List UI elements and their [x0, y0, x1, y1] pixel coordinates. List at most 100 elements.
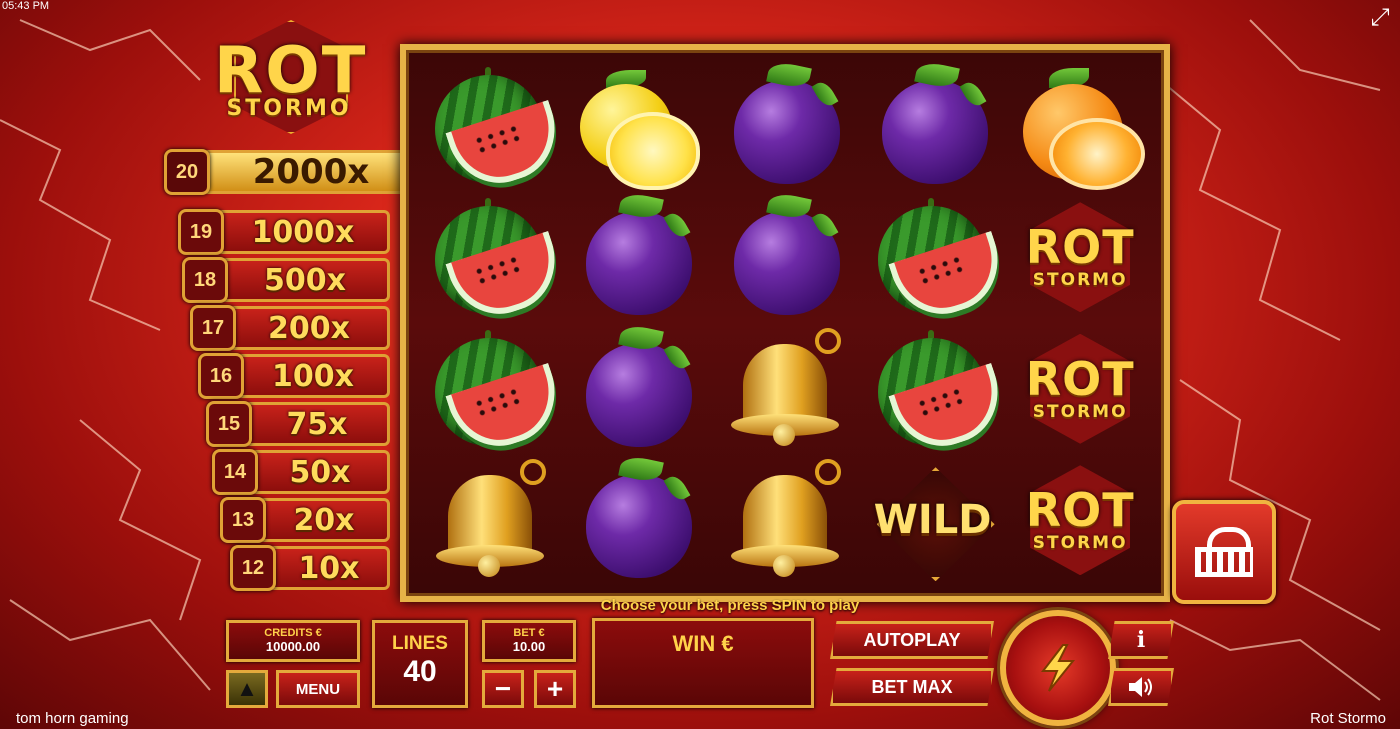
reel-cell	[859, 192, 1012, 328]
win-display: WIN €	[592, 618, 814, 708]
bell-symbol	[729, 327, 841, 450]
logo-title: ROT	[214, 34, 368, 108]
lines-value: 40	[403, 655, 437, 688]
reel-cell: ROT STORMO	[1006, 192, 1154, 324]
reel-cell	[564, 191, 712, 324]
game-logo: ROT STORMO	[214, 10, 368, 140]
reel-cell	[859, 323, 1012, 459]
provider-label: tom horn gaming	[16, 710, 129, 727]
rot-stormo-symbol: ROT STORMO	[1016, 326, 1144, 452]
plum-symbol	[726, 59, 844, 188]
paytable-payout: 2000x	[202, 150, 420, 194]
spin-button[interactable]	[1000, 610, 1116, 726]
bet-label: BET €	[513, 627, 545, 639]
rot-stormo-symbol: ROT STORMO	[1016, 194, 1144, 320]
plum-symbol	[578, 191, 696, 319]
bell-symbol	[434, 459, 546, 581]
lines-label: LINES	[392, 633, 448, 654]
reel-area: ROT STORMO ROT STORMO WILD ROT STORMO	[400, 44, 1170, 602]
bet-max-button[interactable]: BET MAX	[830, 668, 994, 706]
paytable-payout: 10x	[268, 546, 390, 590]
arrow-up-icon[interactable]: ▲	[226, 670, 268, 708]
reel-grid: ROT STORMO ROT STORMO WILD ROT STORMO	[416, 59, 1154, 587]
paytable-row: 14 50x	[212, 449, 390, 495]
bet-value: 10.00	[512, 639, 546, 654]
watermelon-symbol	[874, 198, 1012, 328]
lightning-icon	[1040, 644, 1076, 692]
bell-symbol	[729, 459, 841, 581]
logo-subtitle: STORMO	[226, 96, 352, 121]
reel-cell	[711, 323, 859, 455]
paytable-payout: 75x	[244, 402, 390, 446]
sound-button[interactable]	[1108, 668, 1174, 706]
reel-cell	[416, 323, 569, 459]
paytable-lines-badge: 12	[230, 545, 276, 591]
menu-button[interactable]: MENU	[276, 670, 360, 708]
game-name-label: Rot Stormo	[1310, 710, 1386, 727]
reel-cell	[711, 59, 859, 192]
reel-cell: ROT STORMO	[1006, 323, 1154, 455]
paytable-lines-badge: 13	[220, 497, 266, 543]
reel-cell: ROT STORMO	[1006, 455, 1154, 587]
paytable-lines-badge: 15	[206, 401, 252, 447]
credits-value: 10000.00	[265, 639, 321, 654]
paytable-row: 15 75x	[206, 401, 390, 447]
instruction-text: Choose your bet, press SPIN to play	[600, 597, 860, 614]
paytable-row: 18 500x	[182, 257, 390, 303]
basket-icon	[1195, 527, 1253, 577]
orange-symbol	[1019, 66, 1146, 190]
paytable-payout: 50x	[250, 450, 390, 494]
reel-cell	[416, 192, 569, 328]
watermelon-symbol	[431, 329, 569, 459]
paytable-row: 20 2000x	[164, 149, 420, 195]
paytable-payout: 100x	[236, 354, 390, 398]
fullscreen-icon[interactable]: ⤢	[1366, 4, 1394, 32]
rot-stormo-symbol: ROT STORMO	[1016, 457, 1144, 583]
reel-cell: WILD	[859, 455, 1007, 587]
watermelon-symbol	[431, 198, 569, 328]
paytable-payout: 200x	[228, 306, 390, 350]
paytable-row: 16 100x	[198, 353, 390, 399]
bet-display: BET € 10.00	[482, 620, 576, 662]
reel-cell	[859, 59, 1007, 192]
reel-cell	[564, 454, 712, 587]
buy-feature-button[interactable]	[1172, 500, 1276, 604]
paytable-lines-badge: 16	[198, 353, 244, 399]
autoplay-button[interactable]: AUTOPLAY	[830, 621, 994, 659]
info-button[interactable]: i	[1108, 621, 1174, 659]
speaker-icon	[1129, 677, 1152, 697]
paytable-payout: 500x	[220, 258, 390, 302]
win-label: WIN €	[672, 631, 734, 656]
plum-symbol	[726, 191, 844, 319]
paytable-lines-badge: 14	[212, 449, 258, 495]
credits-display: CREDITS € 10000.00	[226, 620, 360, 662]
credits-label: CREDITS €	[264, 627, 322, 639]
plum-symbol	[578, 454, 696, 582]
reel-cell	[711, 191, 859, 324]
bet-decrease-button[interactable]: −	[482, 670, 524, 708]
clock: 05:43 PM	[2, 0, 50, 12]
watermelon-symbol	[431, 66, 569, 196]
paytable-lines-badge: 18	[182, 257, 228, 303]
reel-cell	[711, 455, 859, 587]
paytable-row: 12 10x	[230, 545, 390, 591]
watermelon-symbol	[874, 329, 1012, 459]
paytable-row: 17 200x	[190, 305, 390, 351]
plum-symbol	[578, 322, 696, 451]
bet-increase-button[interactable]: +	[534, 670, 576, 708]
reel-cell	[416, 60, 569, 196]
paytable-lines-badge: 17	[190, 305, 236, 351]
paytable-lines-badge: 19	[178, 209, 224, 255]
lines-display: LINES 40	[372, 620, 468, 708]
paytable-row: 19 1000x	[178, 209, 390, 255]
wild-symbol: WILD	[871, 459, 995, 581]
paytable-payout: 20x	[258, 498, 390, 542]
paytable-row: 13 20x	[220, 497, 390, 543]
reel-cell	[564, 322, 712, 455]
plum-symbol	[874, 59, 992, 188]
paytable-payout: 1000x	[216, 210, 390, 254]
reel-cell	[416, 455, 564, 587]
reel-cell	[1006, 60, 1154, 192]
lemon-symbol	[576, 66, 701, 190]
reel-cell	[564, 60, 712, 192]
